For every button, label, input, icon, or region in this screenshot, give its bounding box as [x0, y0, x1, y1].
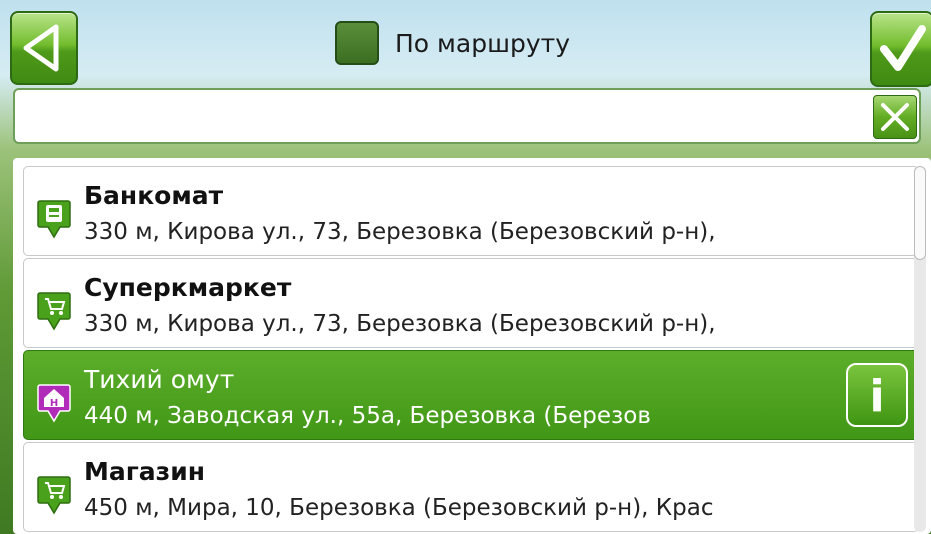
search-box	[13, 88, 921, 144]
item-details: 440 м, Заводская ул., 55а, Березовка (Бе…	[84, 403, 651, 429]
info-icon: i	[869, 371, 885, 422]
back-arrow-icon	[23, 24, 59, 72]
clear-search-button[interactable]	[873, 95, 917, 139]
item-title: Суперкмаркет	[84, 273, 292, 302]
list-item[interactable]: Магазин 450 м, Мира, 10, Березовка (Бере…	[23, 442, 919, 532]
confirm-button[interactable]	[870, 11, 931, 87]
list-item[interactable]: Суперкмаркет 330 м, Кирова ул., 73, Бере…	[23, 258, 919, 348]
item-title: Магазин	[84, 457, 205, 486]
shopping-cart-pin-icon	[37, 292, 71, 331]
close-icon	[881, 103, 909, 131]
search-input[interactable]	[23, 98, 867, 136]
item-details: 330 м, Кирова ул., 73, Березовка (Березо…	[84, 311, 716, 337]
item-title: Тихий омут	[84, 365, 235, 394]
item-details: 450 м, Мира, 10, Березовка (Березовский …	[84, 495, 714, 521]
list-item[interactable]: Банкомат 330 м, Кирова ул., 73, Березовк…	[23, 166, 919, 256]
atm-pin-icon	[37, 200, 71, 239]
info-button[interactable]: i	[846, 363, 908, 427]
route-filter-toggle[interactable]: По маршруту	[335, 18, 570, 68]
scrollbar-thumb[interactable]	[914, 166, 926, 260]
svg-text:H: H	[50, 398, 58, 409]
checkmark-icon	[880, 25, 926, 71]
results-list: Банкомат 330 м, Кирова ул., 73, Березовк…	[13, 158, 931, 534]
item-details: 330 м, Кирова ул., 73, Березовка (Березо…	[84, 219, 716, 245]
route-filter-checkbox[interactable]	[335, 21, 379, 65]
shopping-cart-pin-icon	[37, 476, 71, 515]
item-title: Банкомат	[84, 181, 224, 210]
hotel-pin-icon: H	[37, 384, 71, 423]
list-item-selected[interactable]: H Тихий омут 440 м, Заводская ул., 55а, …	[23, 350, 919, 440]
route-filter-label: По маршруту	[395, 28, 570, 58]
scrollbar[interactable]	[914, 166, 926, 532]
back-button[interactable]	[10, 11, 78, 85]
